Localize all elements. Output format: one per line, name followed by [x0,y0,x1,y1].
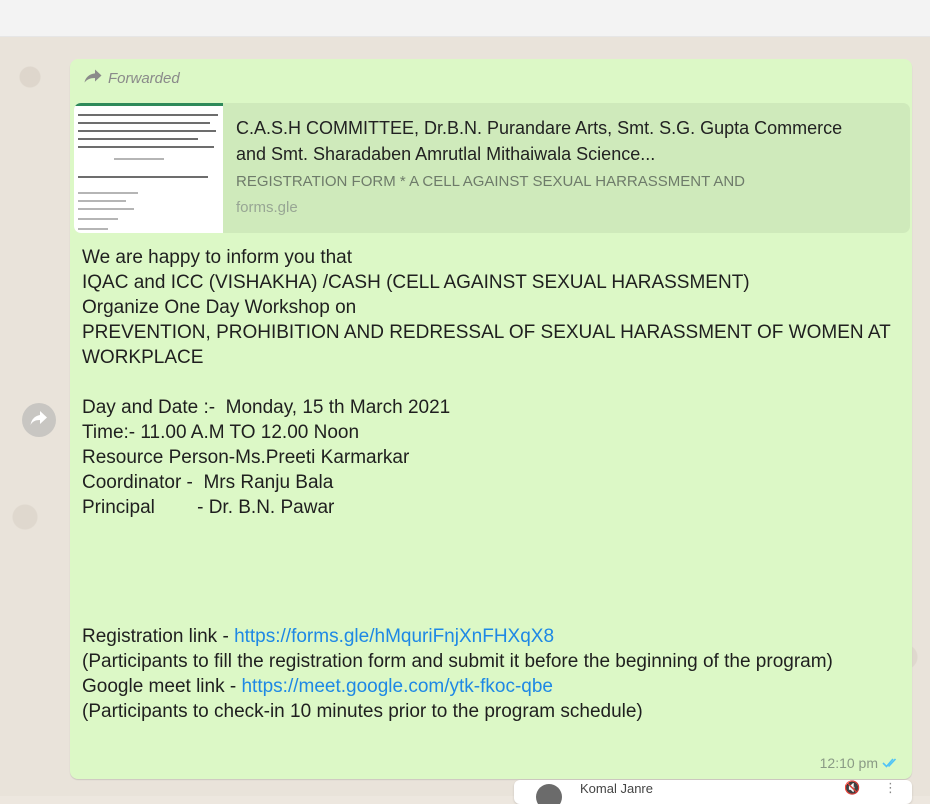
meet-label: Google meet link - [82,676,242,697]
forwarded-label: Forwarded [108,69,180,87]
message-line: Resource Person-Ms.Preeti Karmarkar [82,447,410,468]
next-message-card[interactable]: Komal Janre 🔇 ⋮ [514,780,912,804]
message-bubble[interactable]: Forwarded C.A.S.H COMMITTEE, Dr.B.N. Pur… [70,59,912,779]
mute-icon[interactable]: 🔇 [844,780,860,796]
more-options-icon[interactable]: ⋮ [884,780,897,796]
message-line: We are happy to inform you that [82,247,353,268]
message-line: Time:- 11.00 A.M TO 12.00 Noon [82,422,360,443]
message-line: IQAC and ICC (VISHAKHA) /CASH (CELL AGAI… [82,272,750,293]
message-line: Day and Date :- Monday, 15 th March 2021 [82,397,451,418]
meet-note: (Participants to check-in 10 minutes pri… [82,701,643,722]
message-line: Coordinator - Mrs Ranju Bala [82,472,334,493]
registration-line: Registration link - https://forms.gle/hM… [82,624,902,649]
message-line: Organize One Day Workshop on [82,297,357,318]
link-preview-description: REGISTRATION FORM * A CELL AGAINST SEXUA… [236,173,746,190]
forwarded-arrow-icon [84,69,102,87]
link-preview-title: C.A.S.H COMMITTEE, Dr.B.N. Purandare Art… [236,118,843,164]
forward-message-button[interactable] [22,403,56,437]
registration-link[interactable]: https://forms.gle/hMquriFnjXnFHXqX8 [234,626,554,647]
avatar [536,784,562,804]
registration-label: Registration link - [82,626,235,647]
message-time: 12:10 pm [819,755,878,771]
meet-line: Google meet link - https://meet.google.c… [82,674,902,699]
message-text: We are happy to inform you that IQAC and… [82,245,902,724]
message-meta: 12:10 pm [820,755,900,771]
top-bar [0,0,930,37]
forwarded-indicator: Forwarded [84,69,180,87]
link-preview-thumbnail [74,103,223,233]
google-meet-link[interactable]: https://meet.google.com/ytk-fkoc-qbe [241,676,553,697]
message-line: Principal - Dr. B.N. Pawar [82,497,335,518]
link-preview-domain: forms.gle [236,199,298,216]
double-check-read-icon [882,755,900,771]
link-preview-card[interactable]: C.A.S.H COMMITTEE, Dr.B.N. Purandare Art… [74,103,910,233]
registration-note: (Participants to fill the registration f… [82,651,833,672]
contact-name: Komal Janre [580,781,653,796]
forward-icon [30,410,48,431]
message-line: PREVENTION, PROHIBITION AND REDRESSAL OF… [82,322,891,368]
